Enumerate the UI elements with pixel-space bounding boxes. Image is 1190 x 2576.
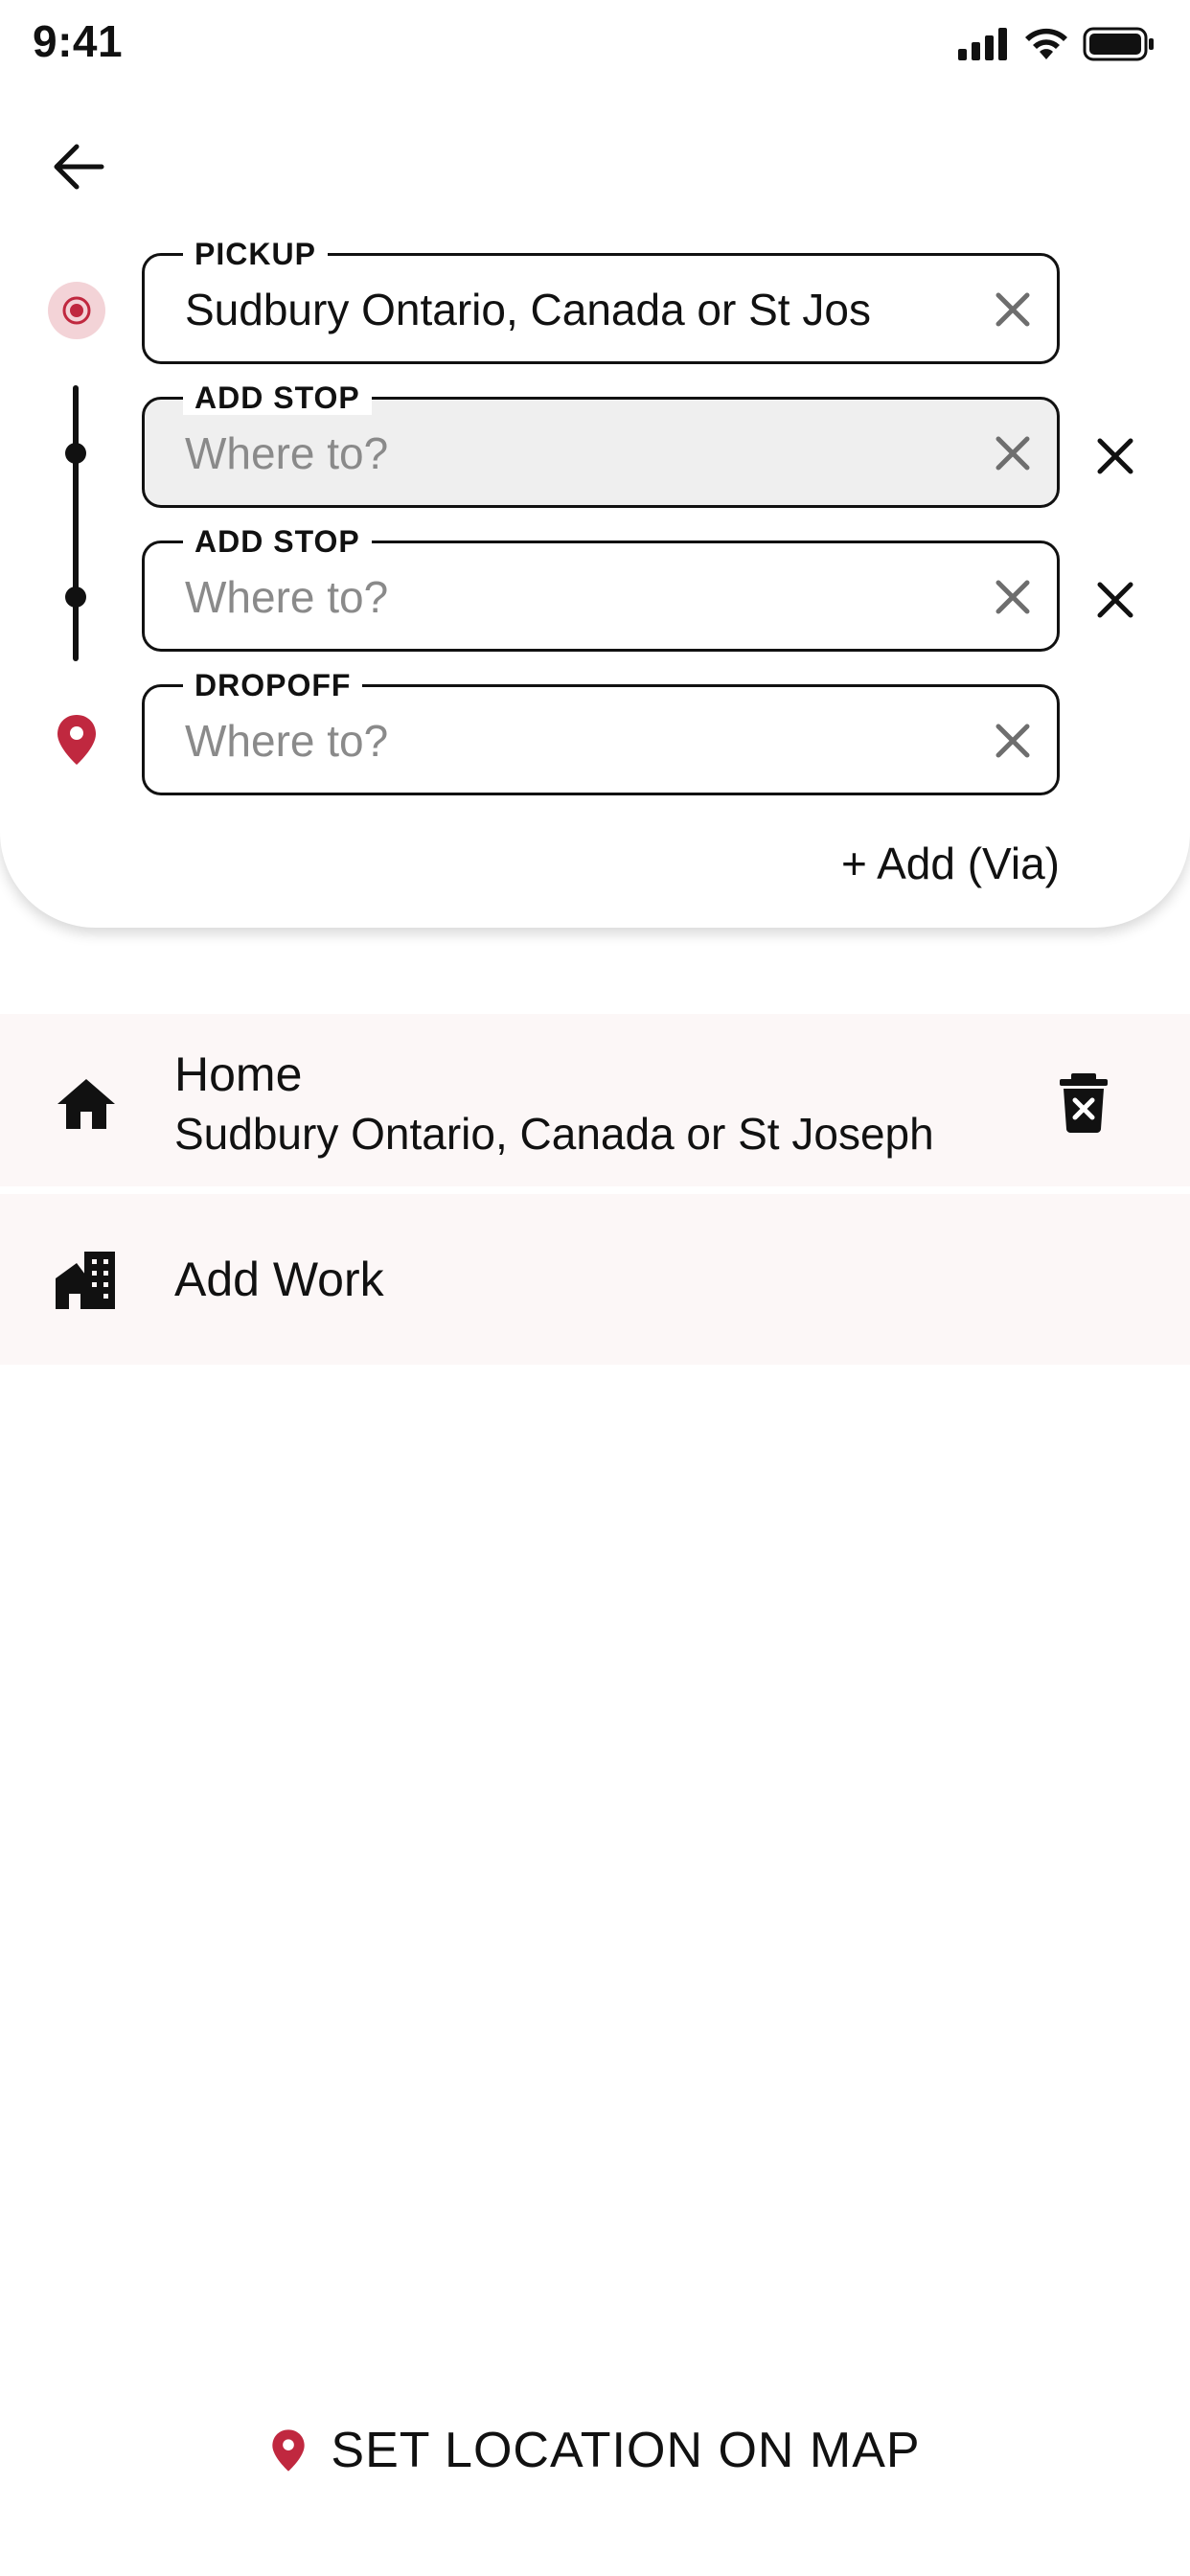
clear-stop-2-button[interactable]	[988, 572, 1038, 622]
stop-1-label: ADD STOP	[183, 380, 372, 415]
dropoff-pin-icon	[57, 715, 96, 765]
close-icon	[1097, 582, 1133, 618]
location-pin-icon	[272, 2429, 306, 2472]
close-icon	[1097, 438, 1133, 474]
close-icon	[995, 724, 1030, 758]
pickup-input[interactable]	[185, 281, 990, 338]
stop-dot	[65, 586, 86, 608]
add-work-label: Add Work	[174, 1253, 384, 1306]
route-line	[73, 385, 79, 661]
dropoff-label: DROPOFF	[183, 668, 363, 702]
clear-dropoff-button[interactable]	[988, 716, 1038, 766]
stop-1-field: ADD STOP	[142, 380, 1060, 508]
pickup-marker-icon	[48, 282, 105, 339]
delete-icon[interactable]	[1058, 1073, 1110, 1133]
pickup-label: PICKUP	[183, 237, 328, 271]
clear-pickup-button[interactable]	[988, 285, 1038, 334]
clear-stop-1-button[interactable]	[988, 428, 1038, 478]
set-location-on-map-button[interactable]: SET LOCATION ON MAP	[0, 2407, 1190, 2494]
stop-2-input[interactable]	[185, 568, 990, 626]
battery-icon	[1083, 27, 1154, 61]
saved-place-home[interactable]: Home Sudbury Ontario, Canada or St Josep…	[0, 1014, 1190, 1186]
screen: 9:41 PICKUP Sudbury Ontario, Canada or S…	[0, 0, 1190, 2576]
home-address: Sudbury Ontario, Canada or St Joseph	[174, 1109, 934, 1159]
cellular-signal-icon	[958, 28, 1007, 60]
status-icons	[958, 25, 1156, 63]
back-button[interactable]	[44, 132, 113, 201]
home-icon	[57, 1079, 115, 1129]
add-via-button[interactable]: + Add (Via)	[841, 838, 1060, 889]
home-title: Home	[174, 1047, 303, 1101]
close-icon	[995, 580, 1030, 614]
stop-2-field: ADD STOP	[142, 524, 1060, 652]
remove-stop-1-button[interactable]	[1087, 427, 1144, 485]
saved-place-work[interactable]: Add Work	[0, 1194, 1190, 1365]
dropoff-input[interactable]	[185, 712, 990, 770]
set-location-label: SET LOCATION ON MAP	[331, 2423, 921, 2478]
pickup-field: PICKUP	[142, 237, 1060, 364]
status-bar: 9:41	[0, 0, 1190, 88]
route-editor-card: 9:41 PICKUP Sudbury Ontario, Canada or S…	[0, 0, 1190, 928]
arrow-left-icon	[54, 144, 104, 190]
close-icon	[995, 436, 1030, 471]
remove-stop-2-button[interactable]	[1087, 571, 1144, 629]
status-time: 9:41	[33, 16, 124, 66]
stop-2-label: ADD STOP	[183, 524, 372, 559]
close-icon	[995, 292, 1030, 327]
stop-dot	[65, 443, 86, 464]
dropoff-field: DROPOFF	[142, 668, 1060, 795]
stop-1-input[interactable]	[185, 425, 990, 482]
wifi-icon	[1025, 28, 1067, 59]
building-icon	[56, 1252, 115, 1309]
